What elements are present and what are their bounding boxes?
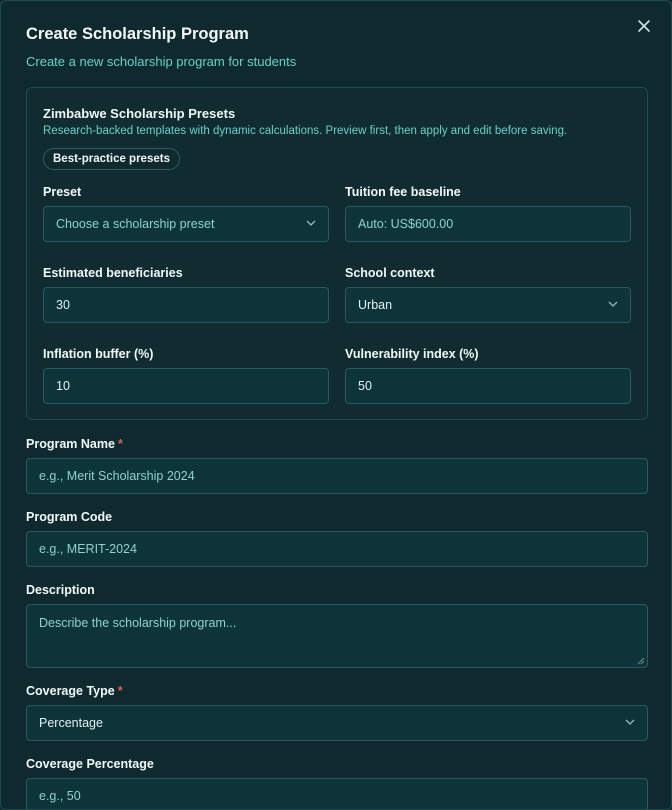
best-practice-badge: Best-practice presets xyxy=(43,148,180,170)
dialog-title: Create Scholarship Program xyxy=(26,25,249,43)
presets-panel: Zimbabwe Scholarship Presets Research-ba… xyxy=(26,87,648,420)
coverage-percentage-placeholder: e.g., 50 xyxy=(39,789,81,803)
close-icon[interactable] xyxy=(633,15,655,37)
school-context-value: Urban xyxy=(358,298,393,312)
program-code-input[interactable]: e.g., MERIT-2024 xyxy=(26,531,648,567)
preset-select[interactable]: Choose a scholarship preset xyxy=(43,206,329,242)
chevron-down-icon xyxy=(306,220,316,226)
resize-handle-icon[interactable] xyxy=(637,657,645,665)
coverage-type-value: Percentage xyxy=(39,716,103,730)
coverage-type-select[interactable]: Percentage xyxy=(26,705,648,741)
preset-placeholder: Choose a scholarship preset xyxy=(56,217,215,231)
inflation-value: 10 xyxy=(56,379,70,393)
inflation-label: Inflation buffer (%) xyxy=(43,347,154,361)
chevron-down-icon xyxy=(608,301,618,307)
chevron-down-icon xyxy=(625,719,635,725)
tuition-input[interactable]: Auto: US$600.00 xyxy=(345,206,631,242)
beneficiaries-input[interactable]: 30 xyxy=(43,287,329,323)
school-context-select[interactable]: Urban xyxy=(345,287,631,323)
coverage-type-label-text: Coverage Type xyxy=(26,684,115,698)
program-name-label: Program Name * xyxy=(26,437,123,451)
dialog-subtitle: Create a new scholarship program for stu… xyxy=(26,54,297,69)
description-textarea[interactable]: Describe the scholarship program... xyxy=(26,604,648,668)
program-name-label-text: Program Name xyxy=(26,437,115,451)
vulnerability-value: 50 xyxy=(358,379,372,393)
presets-description: Research-backed templates with dynamic c… xyxy=(43,125,568,137)
required-marker: * xyxy=(117,437,123,451)
beneficiaries-label: Estimated beneficiaries xyxy=(43,266,183,280)
description-label: Description xyxy=(26,583,95,597)
beneficiaries-value: 30 xyxy=(56,298,70,312)
inflation-input[interactable]: 10 xyxy=(43,368,329,404)
presets-title: Zimbabwe Scholarship Presets xyxy=(43,106,236,121)
coverage-type-label: Coverage Type * xyxy=(26,684,123,698)
tuition-label: Tuition fee baseline xyxy=(345,185,461,199)
tuition-placeholder: Auto: US$600.00 xyxy=(358,217,454,231)
coverage-percentage-label: Coverage Percentage xyxy=(26,757,154,771)
preset-label: Preset xyxy=(43,185,82,199)
required-marker: * xyxy=(117,684,123,698)
vulnerability-input[interactable]: 50 xyxy=(345,368,631,404)
school-context-label: School context xyxy=(345,266,435,280)
program-name-placeholder: e.g., Merit Scholarship 2024 xyxy=(39,469,195,483)
program-name-input[interactable]: e.g., Merit Scholarship 2024 xyxy=(26,458,648,494)
program-code-label: Program Code xyxy=(26,510,113,524)
description-placeholder: Describe the scholarship program... xyxy=(39,616,237,630)
program-code-placeholder: e.g., MERIT-2024 xyxy=(39,542,137,556)
vulnerability-label: Vulnerability index (%) xyxy=(345,347,479,361)
coverage-percentage-input[interactable]: e.g., 50 xyxy=(26,778,648,809)
create-scholarship-dialog: Create Scholarship Program Create a new … xyxy=(0,0,672,810)
